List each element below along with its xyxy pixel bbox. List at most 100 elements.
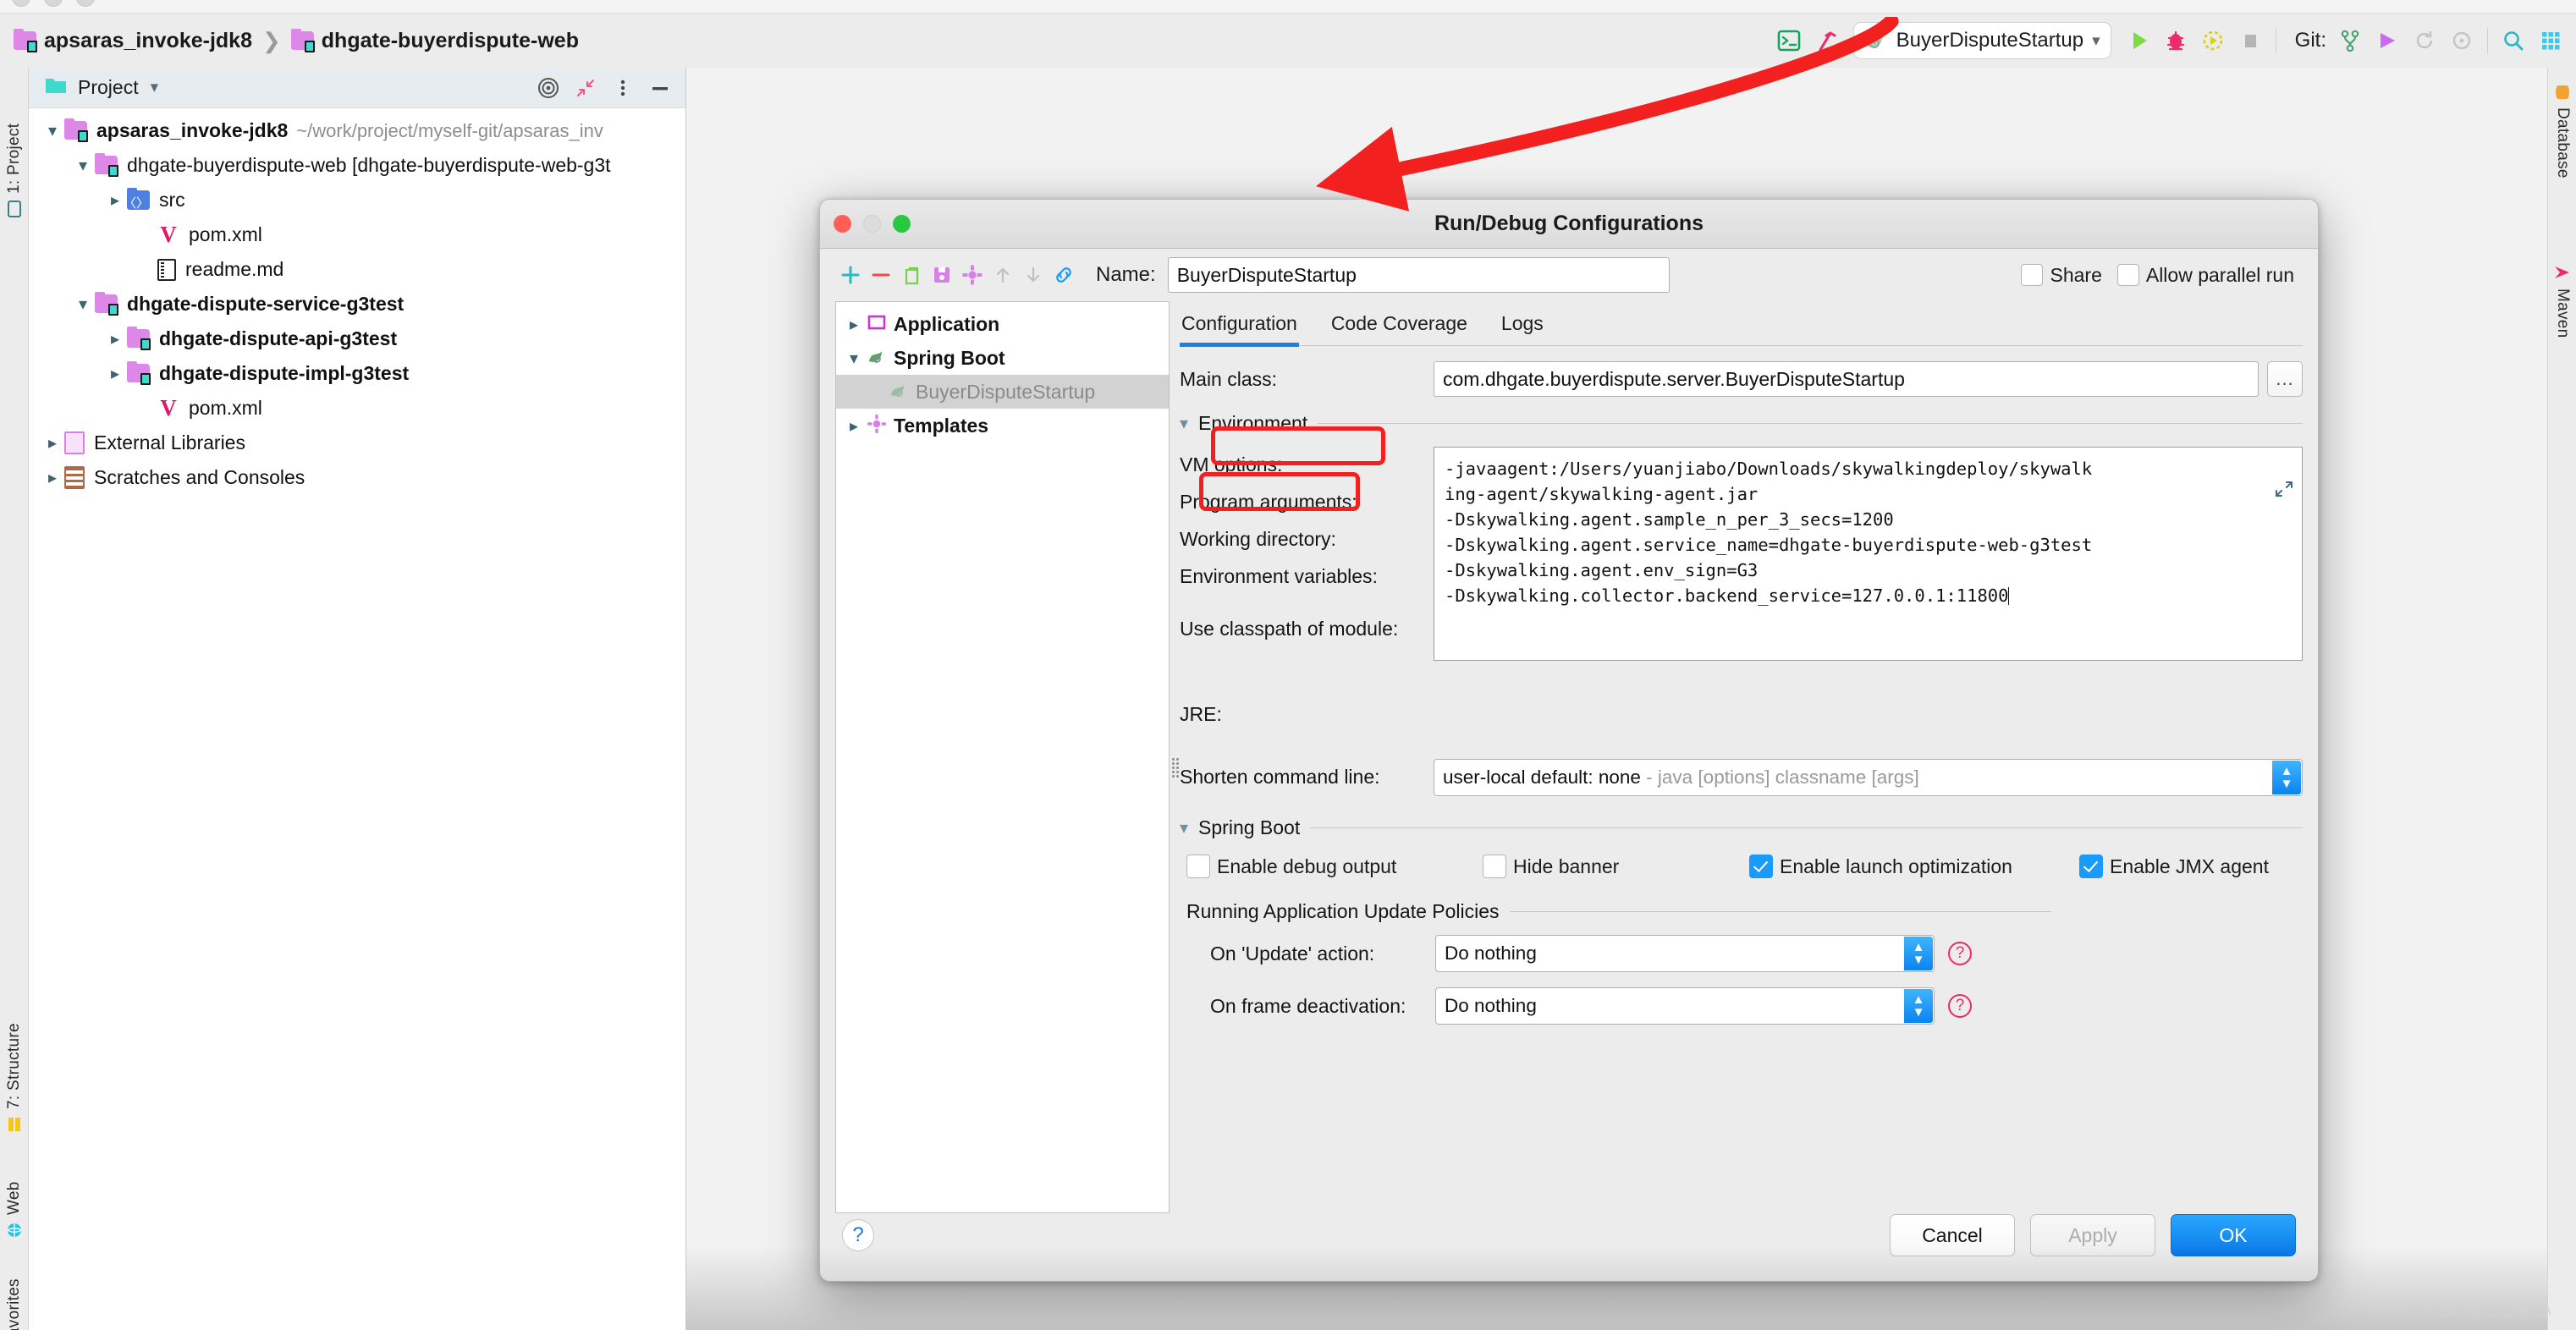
ok-button[interactable]: OK — [2171, 1214, 2296, 1256]
shorten-command-line-label: Shorten command line: — [1180, 766, 1380, 788]
edit-templates-icon[interactable] — [957, 258, 988, 292]
tree-row[interactable]: ▾ dhgate-buyerdispute-web [dhgate-buyerd… — [29, 148, 685, 183]
remove-icon[interactable] — [866, 258, 896, 292]
apply-button[interactable]: Apply — [2030, 1214, 2155, 1256]
collapse-icon[interactable] — [569, 71, 603, 105]
enable-jmx-agent-checkbox-wrap[interactable]: Enable JMX agent — [2079, 855, 2269, 878]
sidebar-item-project[interactable]: 1: Project — [0, 74, 29, 218]
tab-configuration[interactable]: Configuration — [1180, 312, 1316, 347]
config-tree-item-templates[interactable]: ▸ Templates — [836, 409, 1169, 442]
window-close-button[interactable] — [12, 0, 30, 7]
tree-row[interactable]: readme.md — [29, 252, 685, 287]
combo-spinner-icon[interactable]: ▲ ▼ — [2272, 761, 2301, 794]
hide-banner-checkbox[interactable] — [1483, 855, 1506, 878]
window-zoom-button[interactable] — [76, 0, 95, 7]
hide-banner-checkbox-wrap[interactable]: Hide banner — [1483, 855, 1749, 878]
config-tree-item-buyerdisputestartup[interactable]: BuyerDisputeStartup — [836, 375, 1169, 409]
terminal-icon[interactable] — [1770, 22, 1808, 59]
main-class-browse-button[interactable]: ... — [2267, 361, 2303, 397]
allow-parallel-run-checkbox[interactable] — [2116, 264, 2139, 286]
allow-parallel-run-checkbox-wrap[interactable]: Allow parallel run — [2116, 264, 2294, 287]
chevron-down-icon[interactable]: ▾ — [71, 155, 95, 176]
search-icon[interactable] — [2495, 22, 2532, 59]
save-icon[interactable] — [927, 258, 957, 292]
move-down-icon[interactable] — [1018, 258, 1049, 292]
environment-section-header[interactable]: ▾ Environment — [1180, 412, 2303, 435]
sidebar-item-favorites[interactable]: 2: Favorites — [0, 1252, 29, 1330]
tree-row[interactable]: V pom.xml — [29, 391, 685, 426]
chevron-right-icon[interactable]: ▸ — [841, 415, 867, 437]
tree-row[interactable]: ▾ dhgate-dispute-service-g3test — [29, 287, 685, 322]
share-checkbox-wrap[interactable]: Share — [2021, 264, 2102, 287]
chevron-right-icon[interactable]: ▸ — [103, 328, 127, 349]
debug-icon[interactable] — [2157, 22, 2194, 59]
help-icon[interactable]: ? — [1948, 994, 1972, 1018]
enable-debug-output-checkbox-wrap[interactable]: Enable debug output — [1186, 855, 1483, 878]
breadcrumb-item-project[interactable]: apsaras_invoke-jdk8 — [14, 28, 252, 53]
window-minimize-button[interactable] — [44, 0, 63, 7]
cancel-button[interactable]: Cancel — [1890, 1214, 2015, 1256]
chevron-down-icon[interactable]: ▾ — [841, 348, 867, 369]
enable-jmx-agent-checkbox[interactable] — [2079, 855, 2103, 878]
git-push-icon[interactable] — [2369, 22, 2406, 59]
sidebar-item-web[interactable]: Web — [0, 1146, 29, 1239]
chevron-down-icon[interactable]: ▾ — [1180, 817, 1188, 838]
chevron-right-icon[interactable]: ▸ — [841, 314, 867, 335]
copy-icon[interactable] — [896, 258, 927, 292]
share-checkbox[interactable] — [2021, 264, 2044, 286]
shorten-command-line-combo[interactable]: user-local default: none - java [options… — [1434, 759, 2303, 796]
run-coverage-icon[interactable] — [2194, 22, 2232, 59]
run-configuration-selector[interactable]: BuyerDisputeStartup ▾ — [1852, 22, 2111, 59]
help-icon[interactable]: ? — [842, 1219, 874, 1251]
run-icon[interactable] — [2120, 22, 2157, 59]
target-icon[interactable] — [531, 71, 565, 105]
vm-options-textarea[interactable]: -javaagent:/Users/yuanjiabo/Downloads/sk… — [1434, 447, 2303, 661]
tab-code-coverage[interactable]: Code Coverage — [1331, 312, 1486, 345]
help-icon[interactable]: ? — [1948, 942, 1972, 965]
tree-row[interactable]: ▸ dhgate-dispute-api-g3test — [29, 322, 685, 356]
move-up-icon[interactable] — [988, 258, 1018, 292]
combo-spinner-icon[interactable]: ▲ ▼ — [1904, 937, 1933, 970]
config-tree-item-spring-boot[interactable]: ▾ Spring Boot — [836, 341, 1169, 375]
tree-row[interactable]: V pom.xml — [29, 217, 685, 252]
tree-row[interactable]: ▸ External Libraries — [29, 426, 685, 460]
chevron-down-icon[interactable]: ▾ — [71, 294, 95, 315]
expand-icon[interactable] — [2132, 454, 2293, 530]
chevron-right-icon[interactable]: ▸ — [41, 467, 64, 488]
add-icon[interactable] — [835, 258, 866, 292]
git-rollback-icon[interactable] — [2443, 22, 2480, 59]
sidebar-item-structure[interactable]: 7: Structure — [0, 965, 29, 1134]
sidebar-item-maven[interactable]: Maven — [2548, 262, 2576, 389]
chevron-right-icon[interactable]: ▸ — [41, 432, 64, 453]
spring-boot-section-header[interactable]: ▾ Spring Boot — [1180, 816, 2303, 839]
chevron-down-icon[interactable]: ▾ — [1180, 413, 1188, 434]
tree-row[interactable]: ▾ apsaras_invoke-jdk8 ~/work/project/mys… — [29, 113, 685, 148]
stop-icon[interactable] — [2232, 22, 2269, 59]
chevron-right-icon[interactable]: ▸ — [103, 363, 127, 384]
git-update-icon[interactable] — [2406, 22, 2443, 59]
link-icon[interactable] — [1049, 258, 1079, 292]
build-icon[interactable] — [1808, 22, 1845, 59]
tree-row[interactable]: ▸ 〈〉 src — [29, 183, 685, 217]
hide-icon[interactable] — [643, 71, 677, 105]
git-branch-icon[interactable] — [2331, 22, 2369, 59]
name-input[interactable] — [1167, 257, 1670, 293]
enable-launch-optimization-checkbox[interactable] — [1749, 855, 1773, 878]
window-controls[interactable] — [12, 0, 95, 7]
more-options-icon[interactable] — [606, 71, 640, 105]
tree-row[interactable]: ▸ Scratches and Consoles — [29, 460, 685, 495]
tab-logs[interactable]: Logs — [1501, 312, 1562, 345]
combo-spinner-icon[interactable]: ▲ ▼ — [1904, 989, 1933, 1023]
sidebar-item-database[interactable]: Database — [2548, 83, 2576, 235]
chevron-down-icon[interactable]: ▾ — [41, 120, 64, 141]
enable-debug-output-checkbox[interactable] — [1186, 855, 1210, 878]
on-update-action-combo[interactable]: Do nothing ▲ ▼ — [1435, 935, 1935, 972]
chevron-down-icon[interactable]: ▾ — [151, 78, 159, 97]
config-tree-item-application[interactable]: ▸ Application — [836, 307, 1169, 341]
grid-icon[interactable] — [2532, 22, 2569, 59]
main-class-input[interactable] — [1434, 361, 2259, 397]
breadcrumb-item-module[interactable]: dhgate-buyerdispute-web — [290, 28, 579, 53]
tree-row[interactable]: ▸ dhgate-dispute-impl-g3test — [29, 356, 685, 391]
enable-launch-optimization-checkbox-wrap[interactable]: Enable launch optimization — [1749, 855, 2079, 878]
on-frame-deactivation-combo[interactable]: Do nothing ▲ ▼ — [1435, 987, 1935, 1025]
